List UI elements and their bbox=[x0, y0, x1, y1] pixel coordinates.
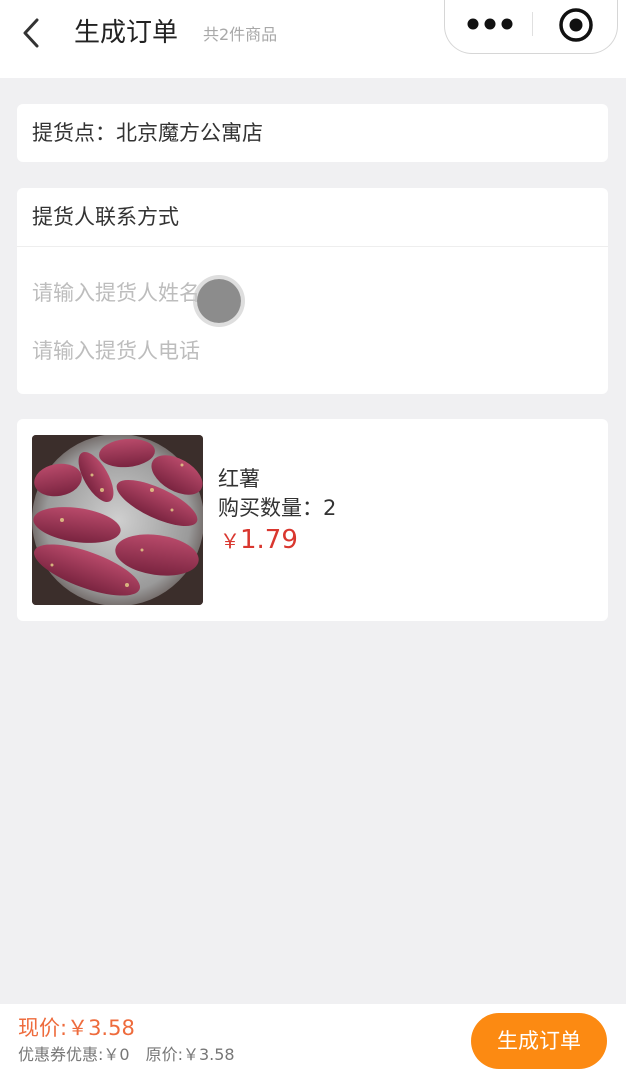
page-title: 生成订单 bbox=[74, 18, 179, 48]
bottom-bar: 现价:￥3.58 优惠券优惠:￥0 原价:￥3.58 生成订单 bbox=[0, 1004, 626, 1078]
target-icon bbox=[559, 8, 593, 42]
product-name: 红薯 bbox=[218, 467, 260, 491]
pickup-point-card[interactable]: 提货点：北京魔方公寓店 bbox=[17, 104, 608, 162]
price-breakdown: 优惠券优惠:￥0 原价:￥3.58 bbox=[18, 1044, 235, 1066]
pickup-name-input[interactable] bbox=[32, 276, 592, 310]
pickup-phone-input[interactable] bbox=[32, 334, 592, 368]
back-button[interactable] bbox=[14, 14, 48, 52]
price-value: 1.79 bbox=[240, 525, 298, 555]
item-count: 共2件商品 bbox=[203, 25, 278, 44]
divider bbox=[17, 246, 608, 247]
product-price: ￥1.79 bbox=[220, 523, 298, 560]
mini-program-capsule bbox=[444, 0, 618, 54]
more-button[interactable] bbox=[467, 14, 513, 34]
current-price: 现价:￥3.58 bbox=[18, 1016, 135, 1040]
product-quantity: 购买数量：2 bbox=[218, 496, 337, 520]
capsule-divider bbox=[532, 12, 533, 36]
sweet-potato-photo bbox=[32, 435, 203, 605]
contact-heading: 提货人联系方式 bbox=[32, 205, 179, 229]
create-order-button[interactable]: 生成订单 bbox=[471, 1013, 607, 1069]
close-miniprogram-button[interactable] bbox=[557, 6, 595, 44]
original-price: 原价:￥3.58 bbox=[145, 1045, 235, 1064]
currency-symbol: ￥ bbox=[220, 529, 240, 553]
chevron-left-icon bbox=[23, 18, 39, 48]
product-card: 红薯 购买数量：2 ￥1.79 bbox=[17, 419, 608, 621]
more-dots-icon bbox=[467, 18, 513, 30]
order-page: 生成订单 共2件商品 提货点：北京魔方公寓店 提货人联系方式 请输入提货人姓名 … bbox=[0, 0, 626, 1078]
touch-indicator bbox=[197, 279, 241, 323]
product-image bbox=[32, 435, 203, 605]
coupon-discount: 优惠券优惠:￥0 bbox=[18, 1045, 130, 1064]
nav-bar: 生成订单 共2件商品 bbox=[0, 0, 626, 78]
contact-card: 提货人联系方式 bbox=[17, 188, 608, 394]
pickup-point-text: 提货点：北京魔方公寓店 bbox=[32, 121, 263, 145]
